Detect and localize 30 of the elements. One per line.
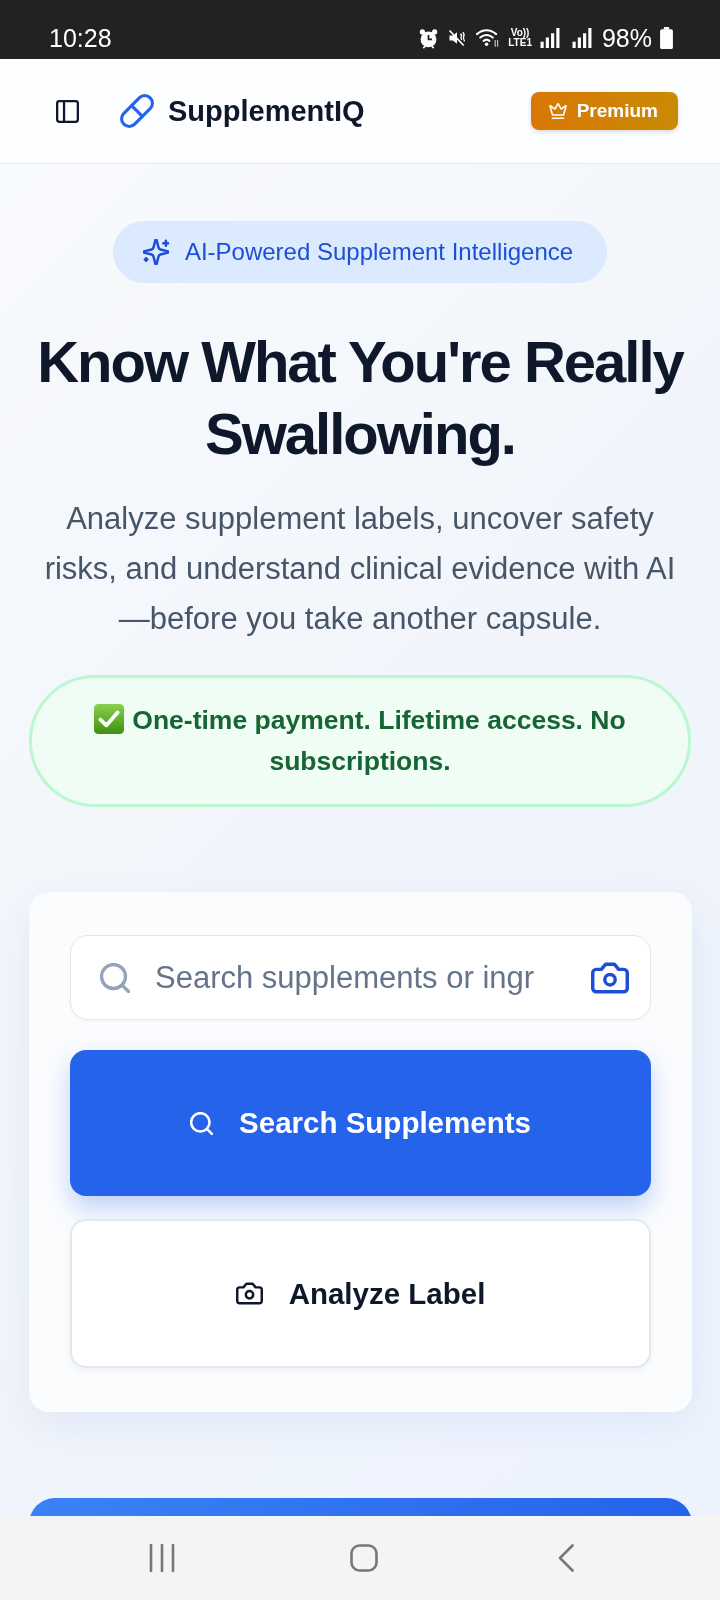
signal-icon [539, 28, 560, 48]
search-button[interactable]: Search Supplements [70, 1050, 651, 1196]
search-icon [190, 1111, 214, 1135]
search-icon [100, 963, 130, 993]
search-field[interactable]: Search supplements or ingr [70, 935, 651, 1020]
hero-heading: Know What You're Really Swallowing. [36, 328, 685, 468]
pill-icon [120, 94, 154, 128]
recent-apps-icon[interactable] [149, 1544, 175, 1572]
battery-percentage: 98% [601, 23, 652, 53]
sparkle-icon [142, 239, 169, 265]
network-label: Vo)) LTE1 [508, 28, 532, 48]
alarm-icon [418, 27, 440, 49]
crown-icon [548, 103, 567, 119]
mute-icon [447, 28, 468, 48]
status-time: 10:28 [49, 23, 112, 53]
analyze-label-button[interactable]: Analyze Label [70, 1219, 651, 1368]
back-icon[interactable] [558, 1544, 574, 1572]
camera-icon[interactable] [591, 962, 629, 994]
sidebar-toggle-icon[interactable] [56, 99, 79, 123]
app-title: SupplementIQ [168, 94, 365, 128]
hero-description: Analyze supplement labels, uncover safety risks, and understand clinical evidence with AI—before you take another capsule. [43, 500, 677, 638]
home-icon[interactable] [350, 1544, 378, 1572]
battery-icon [660, 27, 673, 49]
premium-button[interactable]: Premium [530, 92, 678, 130]
camera-icon [235, 1282, 263, 1305]
check-icon [94, 704, 125, 734]
badge-text: AI-Powered Supplement Intelligence [184, 238, 574, 266]
wifi-icon [475, 27, 501, 49]
payment-note: One-time payment. Lifetime access. No subscriptions. [132, 705, 626, 776]
signal-icon [571, 28, 592, 48]
